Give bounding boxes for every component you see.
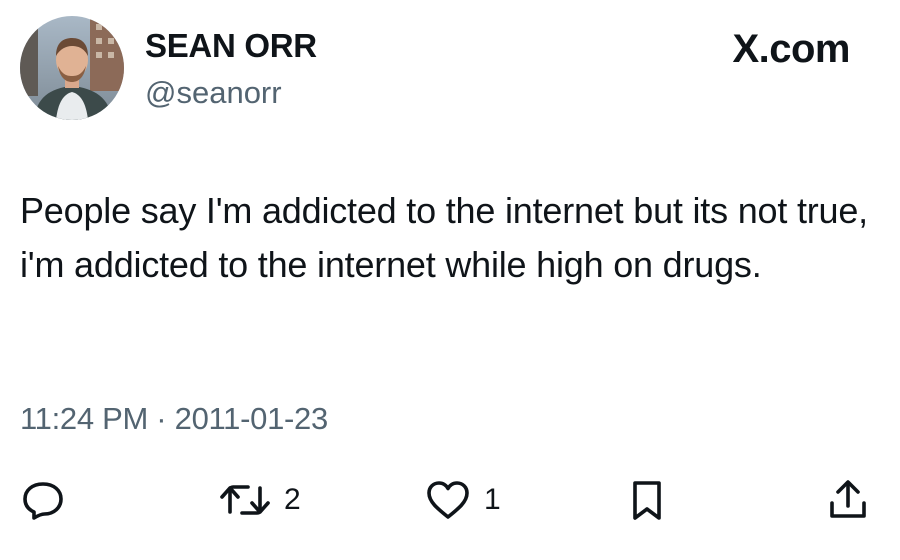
bookmark-button[interactable] — [625, 478, 669, 522]
like-count: 1 — [484, 483, 501, 516]
avatar[interactable] — [20, 16, 124, 120]
retweet-icon — [218, 478, 272, 522]
retweet-count: 2 — [284, 483, 301, 516]
reply-button[interactable] — [20, 478, 66, 522]
like-button[interactable]: 1 — [424, 478, 501, 522]
author-display-name[interactable]: SEAN ORR — [145, 26, 317, 66]
profile-photo-icon — [20, 16, 124, 120]
share-button[interactable] — [826, 478, 870, 522]
action-bar: 2 1 — [0, 472, 900, 528]
retweet-button[interactable]: 2 — [218, 478, 301, 522]
tweet-text: People say I'm addicted to the internet … — [20, 190, 868, 285]
heart-icon — [424, 478, 472, 522]
bookmark-icon — [625, 478, 669, 522]
tweet-timestamp[interactable]: 11:24 PM · 2011-01-23 — [20, 400, 328, 438]
author-handle[interactable]: @seanorr — [145, 74, 282, 112]
share-icon — [826, 478, 870, 522]
reply-icon — [20, 478, 66, 522]
brand-logo: X.com — [732, 27, 850, 71]
